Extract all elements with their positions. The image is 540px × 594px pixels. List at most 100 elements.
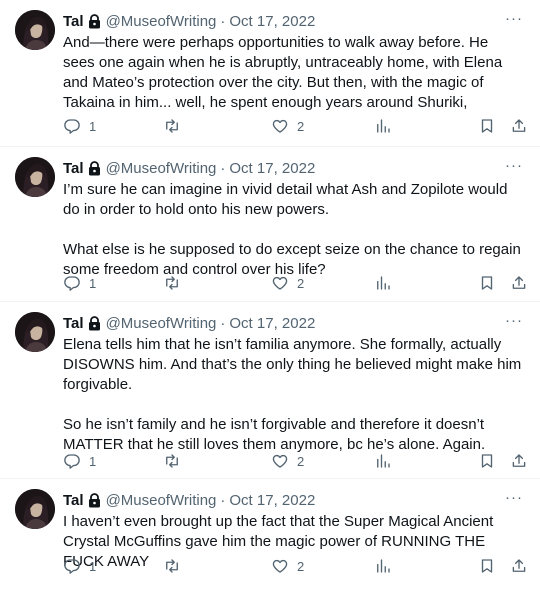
tweet-header: Tal @MuseofWriting · Oct 17, 2022 bbox=[63, 11, 315, 31]
bookmark-icon bbox=[481, 559, 493, 573]
tweet[interactable]: Tal @MuseofWriting · Oct 17, 2022 ··· I’… bbox=[0, 147, 540, 301]
tweet-divider bbox=[0, 301, 540, 302]
tweet-date[interactable]: Oct 17, 2022 bbox=[229, 13, 315, 30]
reply-icon bbox=[64, 454, 80, 469]
heart-icon bbox=[272, 559, 288, 573]
tweet-date[interactable]: Oct 17, 2022 bbox=[229, 160, 315, 177]
retweet-button[interactable] bbox=[163, 117, 189, 135]
like-count: 2 bbox=[297, 453, 305, 469]
user-handle[interactable]: @MuseofWriting bbox=[106, 492, 217, 509]
lock-icon bbox=[88, 315, 101, 331]
tweet-divider bbox=[0, 146, 540, 147]
reply-count: 1 bbox=[89, 118, 97, 134]
tweet-paragraph: So he isn’t family and he isn’t forgivab… bbox=[63, 416, 486, 453]
more-options-icon[interactable]: ··· bbox=[505, 312, 523, 329]
tweet-text: Elena tells him that he isn’t familia an… bbox=[63, 335, 523, 455]
share-button[interactable] bbox=[510, 452, 528, 470]
bookmark-button[interactable] bbox=[478, 274, 496, 292]
separator-dot: · bbox=[220, 491, 226, 509]
reply-button[interactable]: 1 bbox=[63, 274, 96, 292]
tweet[interactable]: Tal @MuseofWriting · Oct 17, 2022 ··· I … bbox=[0, 479, 540, 594]
tweet[interactable]: Tal @MuseofWriting · Oct 17, 2022 ··· El… bbox=[0, 302, 540, 478]
views-icon bbox=[377, 454, 390, 468]
heart-icon bbox=[272, 119, 288, 133]
avatar-image bbox=[15, 10, 55, 50]
bookmark-icon bbox=[481, 454, 493, 468]
like-count: 2 bbox=[297, 275, 305, 291]
retweet-button[interactable] bbox=[163, 557, 189, 575]
share-icon bbox=[512, 276, 526, 289]
lock-icon bbox=[88, 160, 101, 176]
reply-icon bbox=[64, 276, 80, 291]
tweet-date[interactable]: Oct 17, 2022 bbox=[229, 315, 315, 332]
more-options-icon[interactable]: ··· bbox=[505, 157, 523, 174]
action-bar: 1 2 bbox=[63, 117, 526, 137]
views-icon bbox=[377, 276, 390, 290]
bookmark-button[interactable] bbox=[478, 557, 496, 575]
retweet-icon bbox=[166, 276, 178, 290]
reply-button[interactable]: 1 bbox=[63, 452, 96, 470]
views-button[interactable] bbox=[374, 274, 392, 292]
heart-icon bbox=[272, 276, 288, 290]
avatar[interactable] bbox=[15, 312, 55, 352]
retweet-icon bbox=[166, 119, 178, 133]
reply-icon bbox=[64, 559, 80, 574]
avatar-image bbox=[15, 157, 55, 197]
more-options-icon[interactable]: ··· bbox=[505, 10, 523, 27]
user-handle[interactable]: @MuseofWriting bbox=[106, 160, 217, 177]
like-count: 2 bbox=[297, 118, 305, 134]
action-bar: 1 2 bbox=[63, 274, 526, 294]
like-count: 2 bbox=[297, 558, 305, 574]
tweet-header: Tal @MuseofWriting · Oct 17, 2022 bbox=[63, 313, 315, 333]
like-button[interactable]: 2 bbox=[271, 274, 304, 292]
avatar[interactable] bbox=[15, 489, 55, 529]
display-name[interactable]: Tal bbox=[63, 315, 84, 332]
tweet-paragraph: I’m sure he can imagine in vivid detail … bbox=[63, 181, 508, 218]
retweet-button[interactable] bbox=[163, 274, 189, 292]
avatar[interactable] bbox=[15, 157, 55, 197]
bookmark-button[interactable] bbox=[478, 117, 496, 135]
action-bar: 1 2 bbox=[63, 557, 526, 577]
reply-button[interactable]: 1 bbox=[63, 117, 96, 135]
retweet-icon bbox=[166, 454, 178, 468]
separator-dot: · bbox=[220, 12, 226, 30]
separator-dot: · bbox=[220, 314, 226, 332]
tweet-text: I’m sure he can imagine in vivid detail … bbox=[63, 180, 523, 280]
user-handle[interactable]: @MuseofWriting bbox=[106, 315, 217, 332]
like-button[interactable]: 2 bbox=[271, 452, 304, 470]
views-icon bbox=[377, 559, 390, 573]
action-bar: 1 2 bbox=[63, 452, 526, 472]
tweet-date[interactable]: Oct 17, 2022 bbox=[229, 492, 315, 509]
share-icon bbox=[512, 454, 526, 467]
more-options-icon[interactable]: ··· bbox=[505, 489, 523, 506]
heart-icon bbox=[272, 454, 288, 468]
views-button[interactable] bbox=[374, 117, 392, 135]
tweet-paragraph: Elena tells him that he isn’t familia an… bbox=[63, 336, 522, 393]
views-icon bbox=[377, 119, 390, 133]
tweet-divider bbox=[0, 478, 540, 479]
avatar[interactable] bbox=[15, 10, 55, 50]
share-icon bbox=[512, 559, 526, 572]
lock-icon bbox=[88, 13, 101, 29]
reply-button[interactable]: 1 bbox=[63, 557, 96, 575]
display-name[interactable]: Tal bbox=[63, 492, 84, 509]
share-button[interactable] bbox=[510, 117, 528, 135]
tweet-header: Tal @MuseofWriting · Oct 17, 2022 bbox=[63, 490, 315, 510]
reply-count: 1 bbox=[89, 558, 97, 574]
tweet[interactable]: Tal @MuseofWriting · Oct 17, 2022 ··· An… bbox=[0, 0, 540, 146]
like-button[interactable]: 2 bbox=[271, 557, 304, 575]
user-handle[interactable]: @MuseofWriting bbox=[106, 13, 217, 30]
retweet-button[interactable] bbox=[163, 452, 189, 470]
bookmark-icon bbox=[481, 119, 493, 133]
display-name[interactable]: Tal bbox=[63, 160, 84, 177]
separator-dot: · bbox=[220, 159, 226, 177]
avatar-image bbox=[15, 312, 55, 352]
share-button[interactable] bbox=[510, 557, 528, 575]
like-button[interactable]: 2 bbox=[271, 117, 304, 135]
views-button[interactable] bbox=[374, 557, 392, 575]
share-button[interactable] bbox=[510, 274, 528, 292]
bookmark-button[interactable] bbox=[478, 452, 496, 470]
views-button[interactable] bbox=[374, 452, 392, 470]
tweet-header: Tal @MuseofWriting · Oct 17, 2022 bbox=[63, 158, 315, 178]
display-name[interactable]: Tal bbox=[63, 13, 84, 30]
